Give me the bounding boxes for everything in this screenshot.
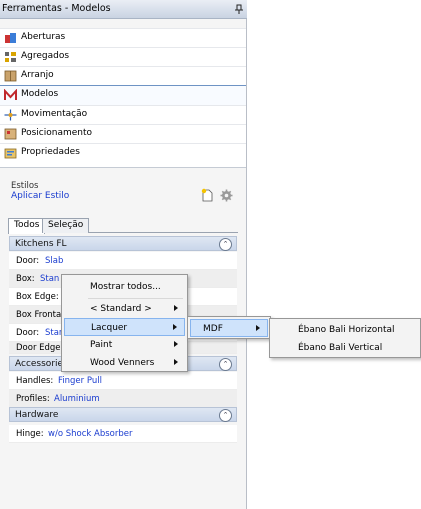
menu-item-label: Ébano Bali Horizontal (298, 325, 395, 335)
property-key: Door: (16, 328, 40, 338)
group-title: Kitchens FL (15, 239, 67, 249)
agregados-icon (5, 52, 16, 62)
tab-label: Seleção (48, 220, 84, 230)
panel-title: Ferramentas - Modelos (2, 3, 111, 14)
estilos-label: Estilos (11, 181, 39, 191)
menu-item-label: Ébano Bali Vertical (298, 343, 383, 353)
property-value[interactable]: w/o Shock Absorber (48, 429, 132, 439)
property-row-handles[interactable]: Handles: Finger Pull (9, 372, 237, 390)
pin-icon[interactable] (234, 4, 244, 14)
gear-icon[interactable] (220, 189, 233, 202)
category-list: Aberturas Agregados Arranjo Modelos Movi… (0, 28, 246, 168)
posicionamento-icon (4, 128, 17, 140)
property-key: Box: (16, 274, 35, 284)
aberturas-icon (5, 33, 16, 43)
context-menu: Mostrar todos... < Standard > Lacquer Pa… (61, 274, 188, 372)
propriedades-icon (4, 148, 17, 159)
property-value[interactable]: Star (45, 328, 62, 338)
submenu-arrow-icon (256, 325, 260, 331)
menu-item-lacquer[interactable]: Lacquer (64, 318, 185, 336)
property-key: Door Edge: (16, 343, 64, 353)
property-key: Profiles: (16, 394, 50, 404)
menu-item-standard[interactable]: < Standard > (64, 300, 185, 318)
arranjo-icon (4, 70, 17, 82)
menu-separator (88, 298, 183, 299)
nav-label: Propriedades (21, 147, 80, 157)
collapse-icon[interactable]: ⌃ (219, 409, 232, 422)
menu-item-label: MDF (203, 324, 223, 334)
menu-item-label: Mostrar todos... (90, 282, 161, 292)
menu-item-ebano-horizontal[interactable]: Ébano Bali Horizontal (272, 321, 418, 339)
menu-item-label: < Standard > (90, 304, 152, 314)
property-key: Box Edge: (16, 292, 59, 302)
collapse-icon[interactable]: ⌃ (219, 358, 232, 371)
property-value[interactable]: Slab (45, 256, 63, 266)
nav-label: Posicionamento (21, 128, 93, 138)
tab-label: Todos (14, 220, 40, 230)
collapse-icon[interactable]: ⌃ (219, 238, 232, 251)
nav-label: Agregados (21, 51, 70, 61)
nav-item-agregados[interactable]: Agregados (0, 47, 246, 67)
property-key: Hinge: (16, 429, 44, 439)
property-value[interactable]: Finger Pull (58, 376, 102, 386)
nav-item-modelos[interactable]: Modelos (0, 85, 246, 106)
nav-item-posicionamento[interactable]: Posicionamento (0, 124, 246, 144)
nav-item-propriedades[interactable]: Propriedades (0, 143, 246, 163)
group-header-kitchens[interactable]: Kitchens FL ⌃ (9, 236, 237, 251)
nav-label: Aberturas (21, 32, 66, 42)
menu-item-label: Lacquer (91, 323, 128, 333)
submenu-lacquer: MDF (187, 316, 271, 339)
submenu-arrow-icon (174, 341, 178, 347)
submenu-arrow-icon (173, 324, 177, 330)
group-title: Hardware (15, 410, 59, 420)
menu-item-ebano-vertical[interactable]: Ébano Bali Vertical (272, 339, 418, 357)
nav-label: Arranjo (21, 70, 54, 80)
new-style-icon[interactable] (201, 188, 214, 202)
property-key: Door: (16, 256, 40, 266)
menu-item-mdf[interactable]: MDF (190, 319, 268, 337)
property-value[interactable]: Stan (40, 274, 59, 284)
property-row-door[interactable]: Door: Slab (9, 252, 237, 270)
panel-titlebar[interactable]: Ferramentas - Modelos (0, 0, 247, 19)
property-row-hinge[interactable]: Hinge: w/o Shock Absorber (9, 425, 237, 443)
property-key: Handles: (16, 376, 54, 386)
nav-item-arranjo[interactable]: Arranjo (0, 66, 246, 86)
tab-selecao[interactable]: Seleção (42, 218, 90, 233)
property-value[interactable]: Aluminium (54, 394, 100, 404)
movimentacao-icon (4, 109, 17, 121)
property-key: Box Fronta (16, 310, 62, 320)
submenu-arrow-icon (174, 305, 178, 311)
group-header-hardware[interactable]: Hardware ⌃ (9, 407, 237, 422)
menu-item-label: Paint (90, 340, 113, 350)
group-title: Accessorie (15, 359, 64, 369)
menu-item-paint[interactable]: Paint (64, 336, 185, 354)
nav-label: Modelos (21, 89, 59, 99)
nav-item-aberturas[interactable]: Aberturas (0, 28, 246, 48)
menu-item-wood-venners[interactable]: Wood Venners (64, 354, 185, 372)
property-row-profiles[interactable]: Profiles: Aluminium (9, 390, 237, 408)
nav-label: Movimentação (21, 109, 88, 119)
submenu-arrow-icon (174, 359, 178, 365)
menu-item-mostrar-todos[interactable]: Mostrar todos... (64, 278, 185, 296)
submenu-mdf: Ébano Bali Horizontal Ébano Bali Vertica… (269, 318, 421, 358)
nav-item-movimentacao[interactable]: Movimentação (0, 105, 246, 125)
tab-todos[interactable]: Todos (8, 218, 46, 234)
menu-item-label: Wood Venners (90, 358, 155, 368)
apply-style-link[interactable]: Aplicar Estilo (11, 191, 69, 201)
modelos-icon (4, 89, 17, 100)
